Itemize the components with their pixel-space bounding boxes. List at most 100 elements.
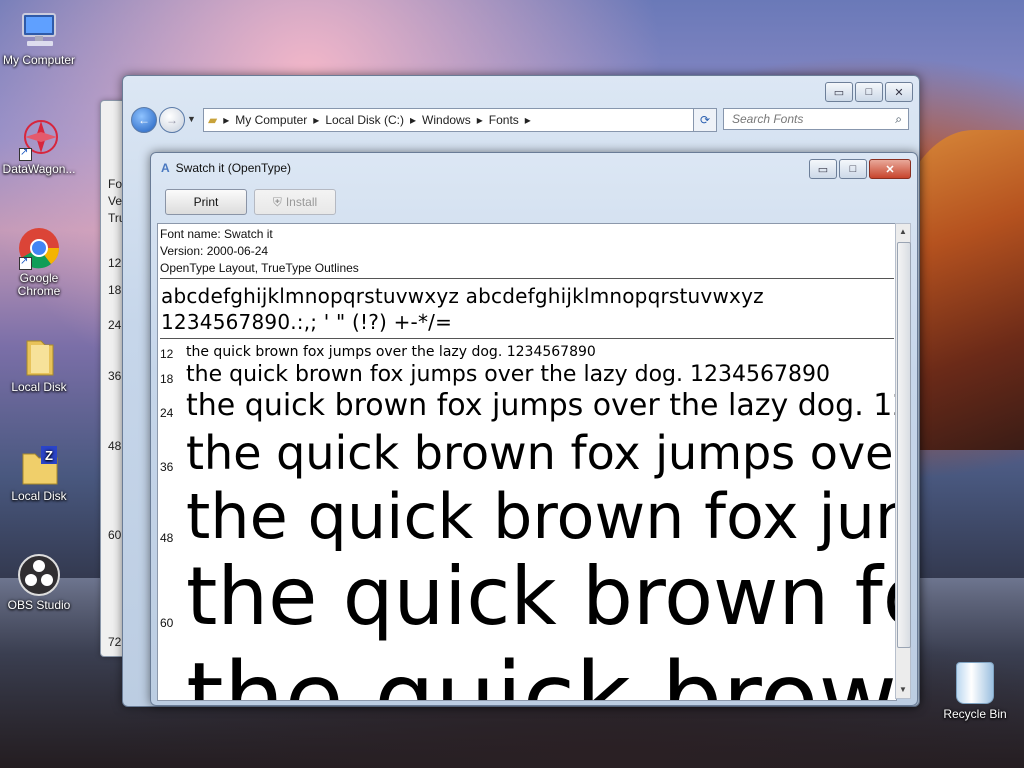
- minimize-button[interactable]: ▭: [825, 82, 853, 102]
- viewer-toolbar: Print ⛨ Install: [157, 187, 911, 221]
- desktop-icon-label: Local Disk: [11, 489, 67, 503]
- search-icon[interactable]: ⌕: [895, 112, 902, 127]
- scrollbar-thumb[interactable]: [897, 242, 911, 648]
- breadcrumb-separator-icon: ▸: [223, 113, 230, 127]
- address-bar[interactable]: ▰ ▸ My Computer ▸ Local Disk (C:) ▸ Wind…: [203, 108, 713, 132]
- close-button[interactable]: ✕: [885, 82, 913, 102]
- print-button[interactable]: Print: [165, 189, 247, 215]
- sample-size: 48: [160, 531, 174, 545]
- sample-size: 18: [160, 372, 174, 386]
- maximize-icon: □: [849, 163, 857, 175]
- sample-text: the quick brown fox jumps over the lazy …: [186, 550, 896, 643]
- shield-icon: ⛨: [272, 194, 282, 209]
- breadcrumb-separator-icon: ▸: [524, 113, 531, 127]
- search-input[interactable]: Search Fonts ⌕: [723, 108, 909, 130]
- sample-size: 24: [160, 406, 174, 420]
- chrome-icon: [17, 226, 61, 270]
- partial-size: 72: [108, 635, 122, 649]
- install-button[interactable]: ⛨ Install: [254, 189, 336, 215]
- font-type: OpenType Layout, TrueType Outlines: [160, 261, 359, 275]
- forward-button[interactable]: →: [159, 107, 185, 133]
- breadcrumb-item[interactable]: Windows: [422, 113, 471, 127]
- desktop-icon-chrome[interactable]: Google Chrome: [0, 226, 79, 298]
- charset-line: abcdefghijklmnopqrstuvwxyz abcdefghijklm…: [161, 284, 764, 308]
- close-button[interactable]: ✕: [869, 159, 911, 179]
- scroll-up-arrow-icon[interactable]: ▲: [896, 225, 910, 239]
- close-icon: ✕: [885, 163, 895, 176]
- desktop-icon-recycle-bin[interactable]: Recycle Bin: [935, 662, 1015, 721]
- caption-buttons: ▭ □ ✕: [825, 82, 913, 102]
- obs-icon: [17, 553, 61, 597]
- divider: [160, 338, 894, 339]
- minimize-icon: ▭: [833, 86, 845, 99]
- font-version: Version: 2000-06-24: [160, 244, 269, 258]
- charset-line: 1234567890.:,; ' " (!?) +-*/=: [161, 310, 453, 334]
- install-label: Install: [285, 195, 318, 209]
- recent-pages-chevron-icon[interactable]: ▼: [187, 114, 196, 124]
- font-viewer-window[interactable]: A Swatch it (OpenType) ▭ □ ✕ Print ⛨ Ins…: [150, 152, 918, 706]
- sample-text: the quick brown fox jumps over the lazy …: [186, 388, 896, 423]
- svg-text:Z: Z: [45, 448, 53, 463]
- partial-size: 48: [108, 439, 122, 453]
- font-name: Font name: Swatch it: [160, 227, 273, 241]
- window-title: Swatch it (OpenType): [175, 161, 292, 175]
- desktop-icon-label: Recycle Bin: [943, 707, 1007, 721]
- sample-size: 60: [160, 616, 174, 630]
- desktop-icon-local-disk-folder[interactable]: Local Disk: [0, 335, 79, 394]
- partial-size: 12: [108, 256, 122, 270]
- breadcrumb-item[interactable]: Local Disk (C:): [325, 113, 404, 127]
- font-info: Font name: Swatch it Version: 2000-06-24…: [160, 226, 359, 277]
- partial-size: 18: [108, 283, 122, 297]
- sample-text: the quick brown fox jumps over the lazy …: [186, 480, 896, 553]
- search-placeholder: Search Fonts: [732, 112, 804, 126]
- partial-text: Fo: [108, 177, 123, 191]
- sample-text: the quick brown fox jumps over the lazy …: [186, 426, 896, 480]
- breadcrumb-separator-icon: ▸: [476, 113, 483, 127]
- font-preview-area[interactable]: Font name: Swatch it Version: 2000-06-24…: [157, 223, 897, 701]
- forward-arrow-icon: →: [166, 113, 178, 127]
- sample-text: the quick brown fox jumps over the lazy …: [186, 344, 596, 360]
- minimize-button[interactable]: ▭: [809, 159, 837, 179]
- refresh-button[interactable]: ⟳: [693, 108, 717, 132]
- partial-size: 60: [108, 528, 122, 542]
- print-label: Print: [193, 195, 219, 209]
- maximize-button[interactable]: □: [839, 159, 867, 179]
- fonts-folder-icon: ▰: [208, 113, 218, 127]
- sample-text: the quick brown fox jumps over the lazy …: [186, 362, 830, 387]
- folder-icon: [17, 335, 61, 379]
- desktop-icon-my-computer[interactable]: My Computer: [0, 8, 79, 67]
- shortcut-arrow-icon: [19, 146, 32, 161]
- partial-text: Ve: [108, 194, 123, 208]
- desktop-icon-label: My Computer: [2, 53, 76, 67]
- datawagon-icon: [17, 117, 61, 161]
- font-file-icon: A: [161, 161, 170, 175]
- desktop-icon-label: Local Disk: [11, 380, 67, 394]
- vertical-scrollbar[interactable]: ▲ ▼: [895, 223, 911, 699]
- window-title-bar: A Swatch it (OpenType): [161, 161, 291, 175]
- divider: [160, 278, 894, 279]
- maximize-icon: □: [865, 86, 873, 98]
- back-button[interactable]: ←: [131, 107, 157, 133]
- breadcrumb-item[interactable]: Fonts: [489, 113, 519, 127]
- desktop-icon-obs[interactable]: OBS Studio: [0, 553, 79, 612]
- caption-buttons: ▭ □ ✕: [809, 159, 911, 179]
- close-icon: ✕: [894, 86, 904, 99]
- desktop-icon-label: DataWagon...: [2, 162, 76, 176]
- breadcrumb-item[interactable]: My Computer: [235, 113, 307, 127]
- desktop-icon-local-disk-zip[interactable]: Z Local Disk: [0, 444, 79, 503]
- breadcrumb-separator-icon: ▸: [410, 113, 417, 127]
- scroll-down-arrow-icon[interactable]: ▼: [896, 683, 910, 697]
- shortcut-arrow-icon: [19, 255, 32, 270]
- refresh-icon: ⟳: [699, 113, 711, 127]
- desktop-icon-datawagon[interactable]: DataWagon...: [0, 117, 79, 176]
- partial-size: 24: [108, 318, 122, 332]
- partial-size: 36: [108, 369, 122, 383]
- desktop-icon-label: OBS Studio: [7, 598, 71, 612]
- back-arrow-icon: ←: [138, 113, 150, 127]
- desktop-icon-label: Google Chrome: [17, 271, 61, 298]
- zip-folder-icon: Z: [17, 444, 61, 488]
- minimize-icon: ▭: [817, 163, 829, 176]
- maximize-button[interactable]: □: [855, 82, 883, 102]
- breadcrumb-separator-icon: ▸: [313, 113, 320, 127]
- sample-size: 36: [160, 460, 174, 474]
